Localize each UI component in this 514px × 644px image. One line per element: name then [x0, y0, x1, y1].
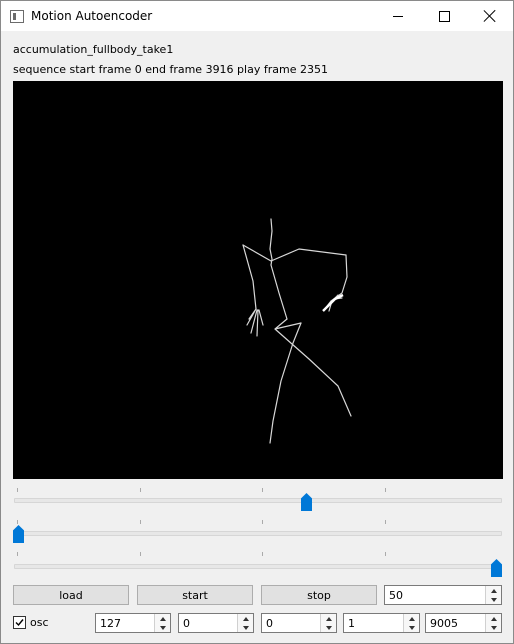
slider-tick [140, 520, 141, 524]
spin-up-icon[interactable] [321, 614, 336, 623]
slider-groove [14, 564, 502, 569]
spin-up-icon[interactable] [155, 614, 170, 623]
slider-tick [385, 488, 386, 492]
spinbox-3[interactable]: 0 [261, 613, 337, 633]
spinbox-arrows [154, 614, 170, 632]
slider-tick [17, 552, 18, 556]
spin-down-icon[interactable] [486, 623, 501, 632]
slider-tick [385, 552, 386, 556]
window-title: Motion Autoencoder [31, 9, 153, 23]
value-spinbox-50[interactable]: 50 [384, 585, 502, 605]
spinbox-2[interactable]: 0 [178, 613, 254, 633]
minimize-icon [393, 15, 403, 17]
close-button[interactable] [467, 1, 513, 31]
spinbox-value: 9005 [430, 617, 458, 630]
spinbox-arrows [403, 614, 419, 632]
spinbox-value: 50 [389, 589, 403, 602]
spinbox-value: 0 [183, 617, 190, 630]
slider-groove [14, 531, 502, 536]
spinbox-arrows [485, 614, 501, 632]
slider-tick [385, 520, 386, 524]
spin-down-icon[interactable] [486, 595, 501, 604]
checkmark-icon [15, 619, 24, 627]
spin-down-icon[interactable] [155, 623, 170, 632]
spin-down-icon[interactable] [238, 623, 253, 632]
spin-up-icon[interactable] [238, 614, 253, 623]
close-icon [484, 10, 496, 22]
slider-2-handle[interactable] [13, 525, 24, 543]
spin-up-icon[interactable] [404, 614, 419, 623]
minimize-button[interactable] [375, 1, 421, 31]
osc-checkbox[interactable] [13, 616, 26, 629]
skeleton-figure [242, 218, 352, 444]
maximize-icon [438, 10, 450, 22]
slider-3[interactable] [13, 549, 503, 579]
spinbox-value: 0 [266, 617, 273, 630]
slider-3-handle[interactable] [491, 559, 502, 577]
play-frame-slider-handle[interactable] [301, 493, 312, 511]
spinbox-arrows [485, 586, 501, 604]
stop-button[interactable]: stop [261, 585, 377, 605]
load-button[interactable]: load [13, 585, 129, 605]
slider-tick [140, 552, 141, 556]
skeleton-viewport[interactable] [13, 81, 503, 479]
spinbox-value: 127 [100, 617, 121, 630]
spinbox-arrows [320, 614, 336, 632]
spinbox-arrows [237, 614, 253, 632]
title-bar[interactable]: Motion Autoencoder [1, 1, 513, 31]
slider-tick [262, 488, 263, 492]
frame-info-label: sequence start frame 0 end frame 3916 pl… [13, 63, 328, 76]
spin-down-icon[interactable] [404, 623, 419, 632]
app-window-icon [10, 10, 24, 23]
slider-tick [262, 552, 263, 556]
maximize-button[interactable] [421, 1, 467, 31]
spin-up-icon[interactable] [486, 614, 501, 623]
sequence-name-label: accumulation_fullbody_take1 [13, 43, 174, 56]
play-frame-slider[interactable] [13, 485, 503, 515]
slider-tick [17, 520, 18, 524]
slider-groove [14, 498, 502, 503]
start-button[interactable]: start [137, 585, 253, 605]
spinbox-1[interactable]: 127 [95, 613, 171, 633]
spinbox-5[interactable]: 9005 [425, 613, 502, 633]
spinbox-value: 1 [348, 617, 355, 630]
main-window: Motion Autoencoder accumulation_fullbody… [0, 0, 514, 644]
slider-tick [140, 488, 141, 492]
slider-tick [262, 520, 263, 524]
spin-down-icon[interactable] [321, 623, 336, 632]
spin-up-icon[interactable] [486, 586, 501, 595]
osc-label: osc [30, 616, 49, 629]
spinbox-4[interactable]: 1 [343, 613, 420, 633]
slider-2[interactable] [13, 517, 503, 547]
slider-tick [17, 488, 18, 492]
